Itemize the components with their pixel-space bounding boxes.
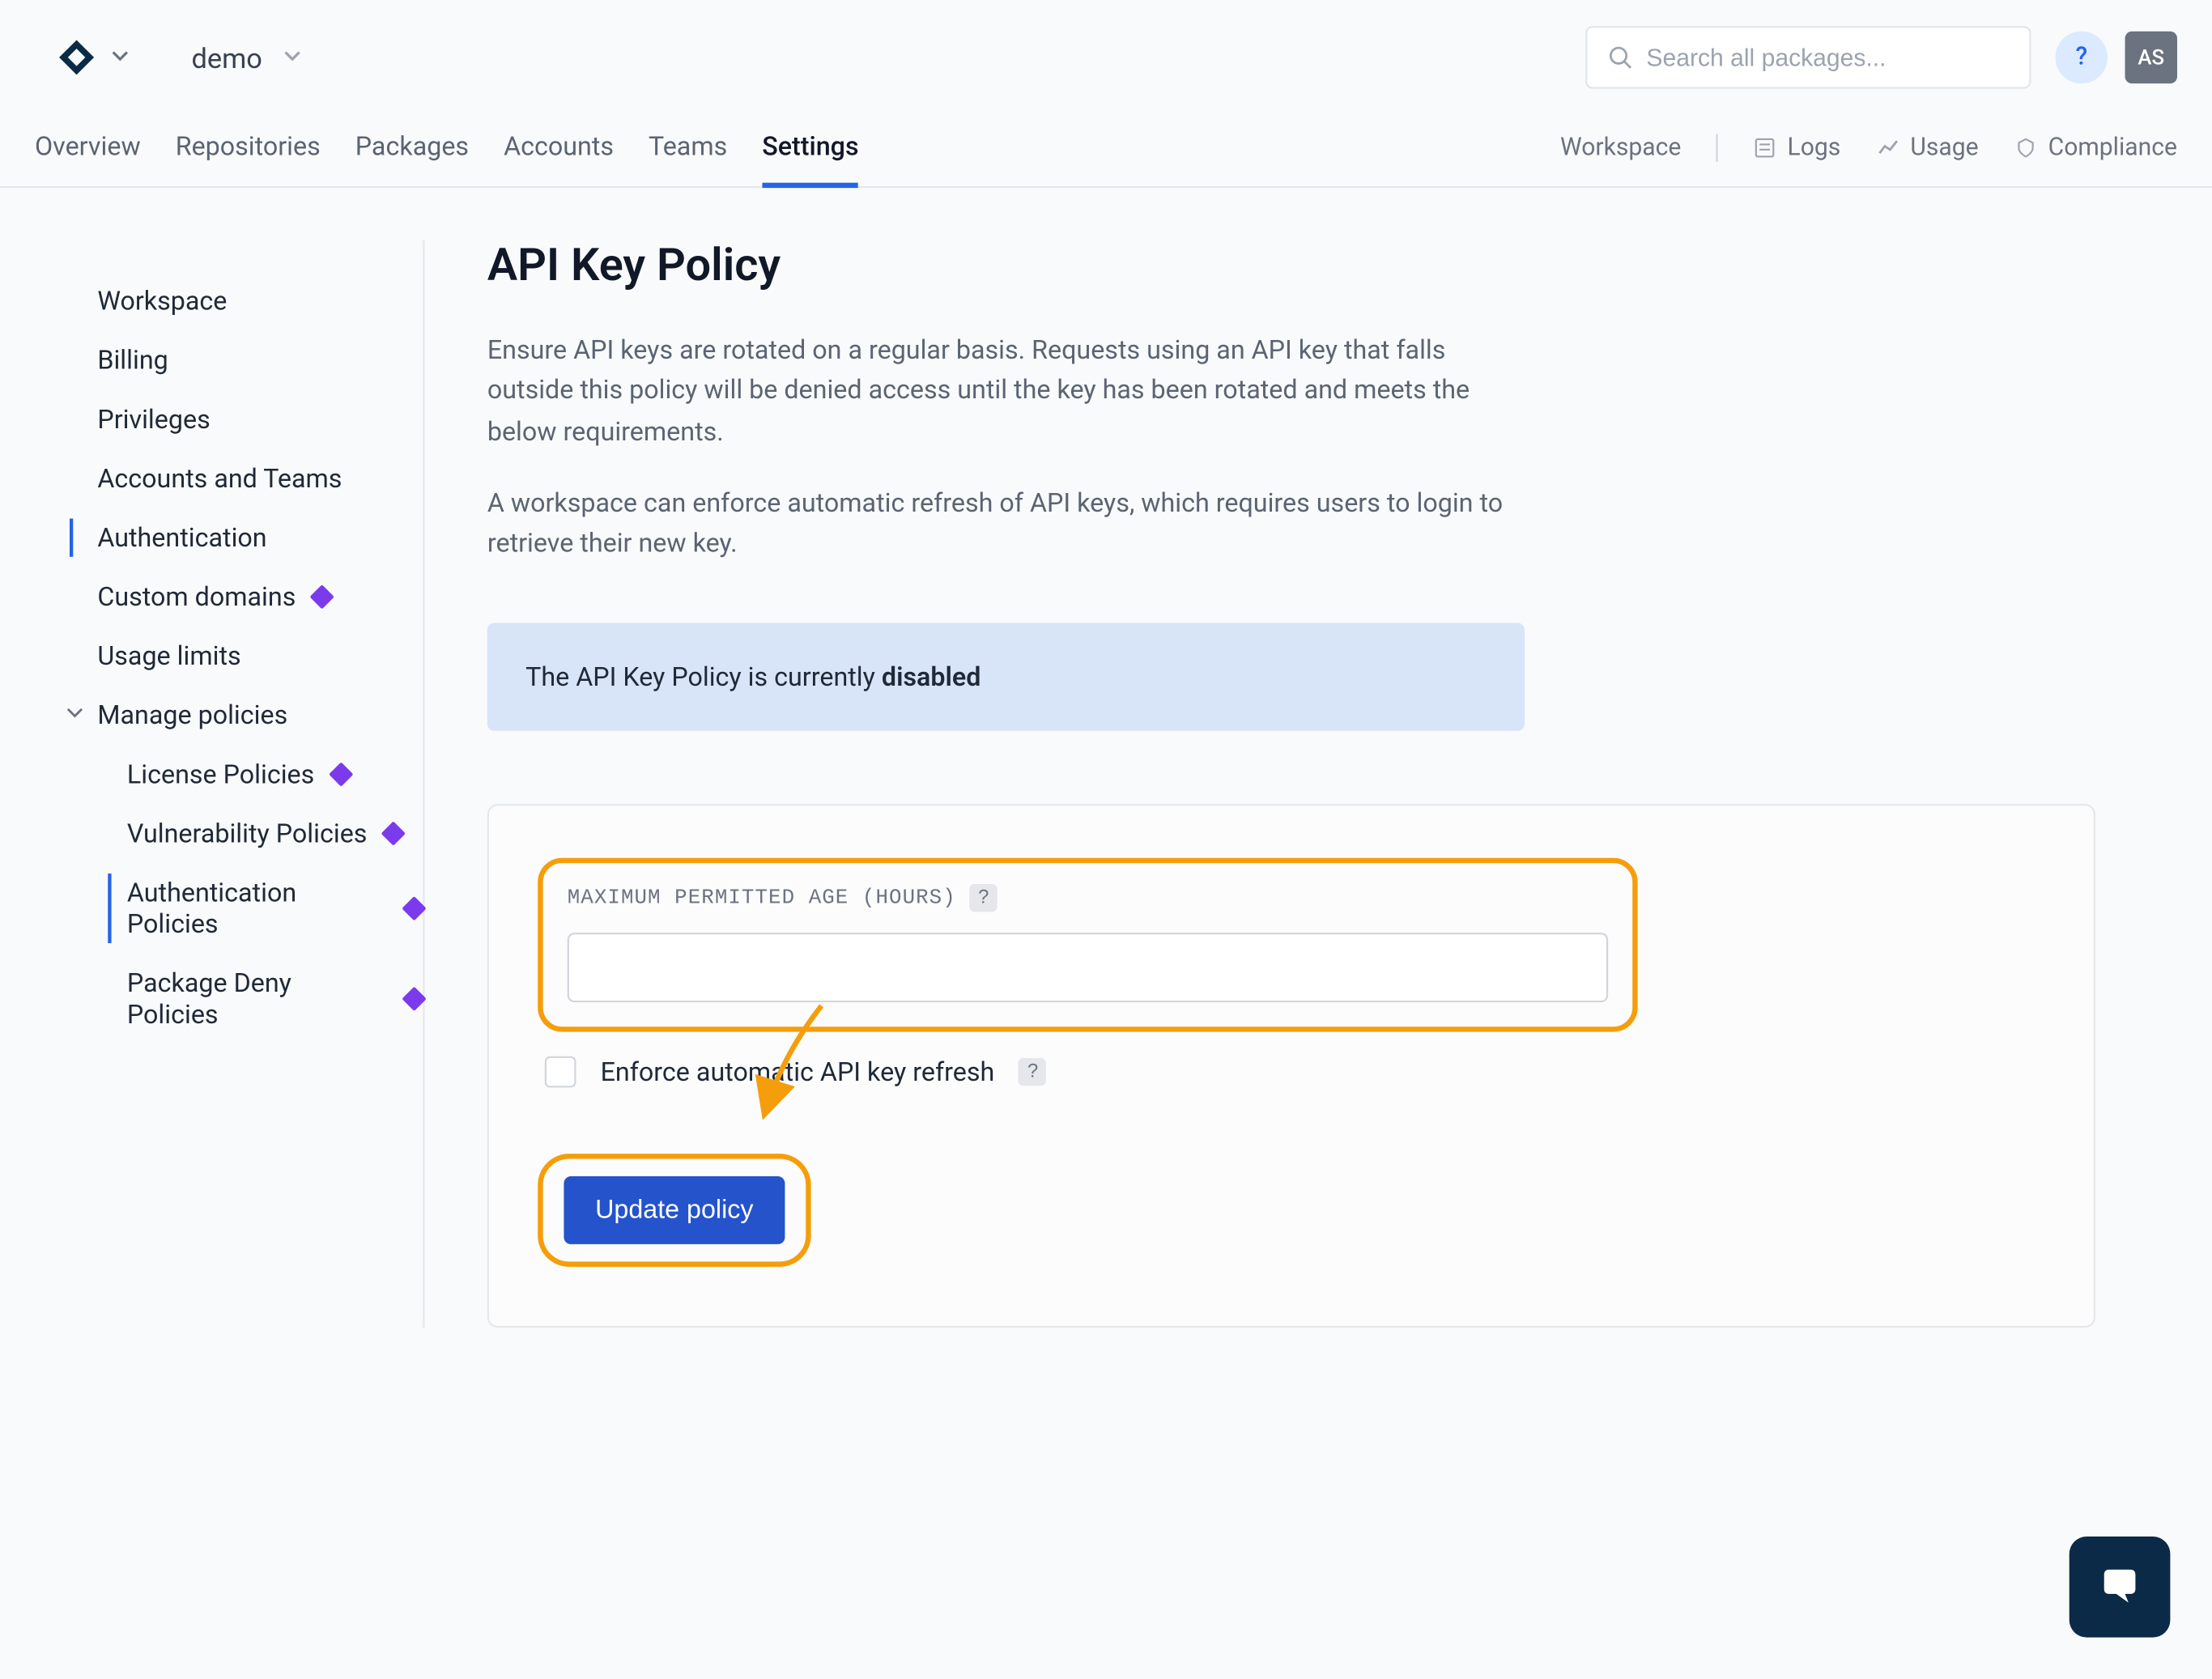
- tab-repositories[interactable]: Repositories: [176, 109, 321, 186]
- page-title: API Key Policy: [487, 240, 2095, 292]
- max-age-input[interactable]: [568, 933, 1608, 1003]
- premium-diamond-icon: [402, 896, 427, 920]
- sidebar-item-authentication-policies[interactable]: Authentication Policies: [35, 863, 423, 954]
- top-header: demo ? AS: [0, 0, 2212, 109]
- help-button[interactable]: ?: [2056, 32, 2108, 83]
- sidebar-item-package-deny-policies[interactable]: Package Deny Policies: [35, 954, 423, 1044]
- enforce-refresh-checkbox[interactable]: [545, 1056, 576, 1088]
- tab-accounts[interactable]: Accounts: [504, 109, 614, 186]
- sidebar-item-custom-domains[interactable]: Custom domains: [35, 567, 423, 627]
- tab-overview[interactable]: Overview: [35, 109, 141, 186]
- sidebar-item-manage-policies[interactable]: Manage policies: [35, 686, 423, 745]
- main-content: API Key Policy Ensure API keys are rotat…: [424, 240, 2095, 1328]
- update-policy-button[interactable]: Update policy: [564, 1177, 785, 1245]
- sidebar-item-usage-limits[interactable]: Usage limits: [35, 627, 423, 686]
- workspace-switcher-chevron-icon[interactable]: [283, 45, 300, 70]
- sidebar-item-license-policies[interactable]: License Policies: [35, 745, 423, 804]
- chevron-down-icon: [66, 703, 83, 726]
- link-workspace[interactable]: Workspace: [1560, 134, 1681, 162]
- sidebar-item-vulnerability-policies[interactable]: Vulnerability Policies: [35, 804, 423, 863]
- policy-form: MAXIMUM PERMITTED AGE (HOURS) ? Enforce …: [487, 805, 2095, 1328]
- alert-prefix: The API Key Policy is currently: [525, 661, 882, 693]
- enforce-refresh-label: Enforce automatic API key refresh: [601, 1056, 995, 1088]
- link-logs[interactable]: Logs: [1753, 134, 1841, 162]
- alert-state: disabled: [882, 661, 981, 693]
- link-compliance[interactable]: Compliance: [2014, 134, 2177, 162]
- policy-status-alert: The API Key Policy is currently disabled: [487, 623, 1525, 731]
- premium-diamond-icon: [328, 762, 352, 786]
- workspace-name[interactable]: demo: [191, 41, 262, 74]
- max-age-label: MAXIMUM PERMITTED AGE (HOURS) ?: [568, 884, 1608, 912]
- premium-diamond-icon: [381, 821, 405, 845]
- chat-icon: [2095, 1562, 2144, 1611]
- search-box[interactable]: [1585, 26, 2031, 88]
- sidebar-item-accounts-teams[interactable]: Accounts and Teams: [35, 449, 423, 508]
- settings-sidebar: Workspace Billing Privileges Accounts an…: [35, 240, 424, 1328]
- search-icon: [1608, 45, 1632, 70]
- tab-teams[interactable]: Teams: [649, 109, 727, 186]
- page-description-1: Ensure API keys are rotated on a regular…: [487, 330, 1514, 452]
- help-tooltip-icon[interactable]: ?: [1019, 1058, 1046, 1086]
- compliance-icon: [2014, 136, 2038, 160]
- tab-settings[interactable]: Settings: [762, 109, 858, 186]
- link-usage[interactable]: Usage: [1875, 134, 1978, 162]
- usage-icon: [1875, 136, 1899, 160]
- chat-widget-button[interactable]: [2069, 1537, 2171, 1638]
- premium-diamond-icon: [402, 987, 426, 1011]
- nav-separator: [1716, 134, 1717, 162]
- annotation-highlight-button: Update policy: [538, 1154, 810, 1268]
- org-switcher-chevron-icon[interactable]: [112, 45, 129, 70]
- brand-logo[interactable]: [56, 36, 98, 79]
- sidebar-item-authentication[interactable]: Authentication: [35, 508, 423, 567]
- search-input[interactable]: [1646, 44, 2008, 71]
- main-nav: Overview Repositories Packages Accounts …: [0, 109, 2212, 188]
- annotation-highlight-field: MAXIMUM PERMITTED AGE (HOURS) ?: [538, 858, 1637, 1032]
- sidebar-item-privileges[interactable]: Privileges: [35, 389, 423, 448]
- page-description-2: A workspace can enforce automatic refres…: [487, 483, 1514, 564]
- logs-icon: [1753, 136, 1777, 160]
- user-avatar[interactable]: AS: [2125, 32, 2177, 83]
- premium-diamond-icon: [309, 584, 334, 609]
- sidebar-item-workspace[interactable]: Workspace: [35, 271, 423, 330]
- help-tooltip-icon[interactable]: ?: [970, 884, 998, 912]
- sidebar-item-billing[interactable]: Billing: [35, 330, 423, 389]
- tab-packages[interactable]: Packages: [355, 109, 469, 186]
